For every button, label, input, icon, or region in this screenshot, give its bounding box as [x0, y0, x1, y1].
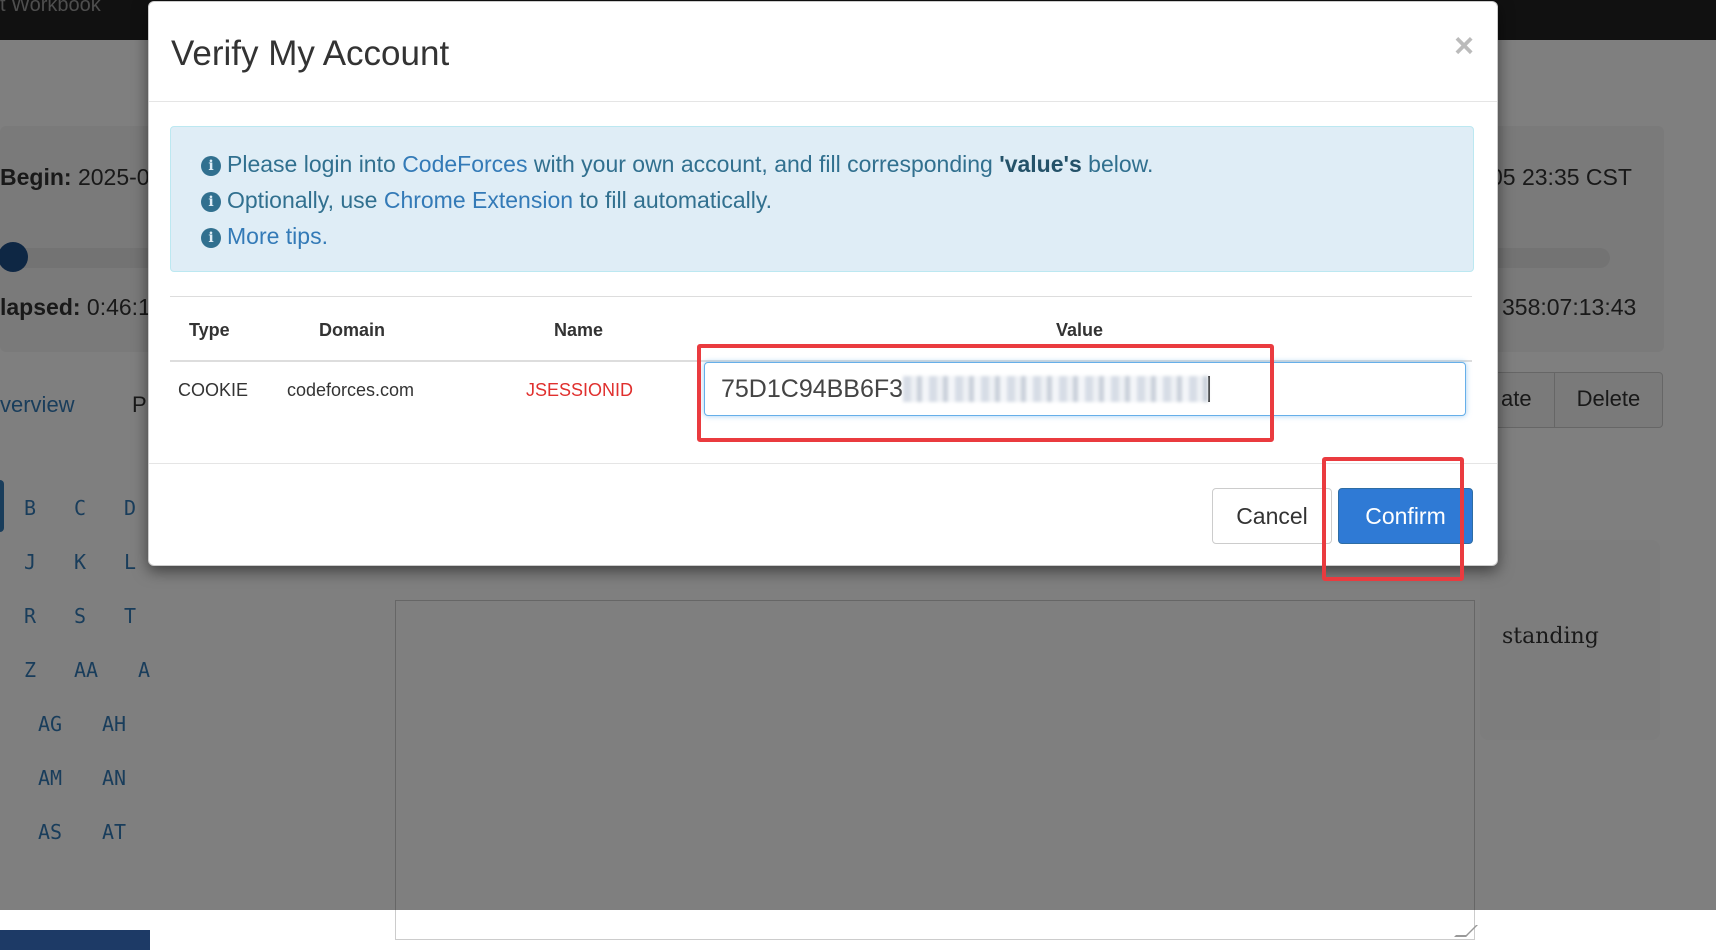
- codeforces-link[interactable]: CodeForces: [402, 151, 527, 177]
- cell-domain: codeforces.com: [287, 380, 415, 400]
- info-icon: i: [201, 228, 221, 248]
- modal-header: Verify My Account ×: [149, 2, 1497, 102]
- alert-text: below.: [1088, 151, 1154, 177]
- annotation-box-confirm: [1322, 457, 1464, 581]
- info-alert: i Please login into CodeForces with your …: [170, 126, 1474, 272]
- bottom-nav-strip: [0, 930, 150, 950]
- alert-text: with your own account, and fill correspo…: [533, 151, 993, 177]
- alert-line-login: i Please login into CodeForces with your …: [201, 151, 1153, 178]
- alert-line-extension: i Optionally, use Chrome Extension to fil…: [201, 187, 772, 214]
- cancel-button[interactable]: Cancel: [1212, 488, 1332, 544]
- annotation-box-value: [697, 344, 1274, 442]
- info-icon: i: [201, 156, 221, 176]
- alert-text: to fill automatically.: [579, 187, 773, 213]
- modal-footer-divider: [149, 463, 1497, 464]
- cell-name: JSESSIONID: [526, 380, 634, 400]
- column-header-type: Type: [189, 320, 230, 340]
- column-header-value: Value: [1056, 320, 1104, 340]
- cell-type: COOKIE: [178, 380, 249, 400]
- column-header-name: Name: [554, 320, 604, 340]
- alert-text: Optionally, use: [227, 187, 378, 213]
- verify-account-modal: Verify My Account × i Please login into C…: [148, 1, 1498, 566]
- alert-text: Please login into: [227, 151, 396, 177]
- resize-grip-icon[interactable]: [1454, 925, 1478, 937]
- alert-line-tips: i More tips.: [201, 223, 328, 250]
- table-top-border: [170, 296, 1472, 297]
- info-icon: i: [201, 192, 221, 212]
- alert-bold-text: 'value's: [999, 151, 1082, 177]
- close-icon[interactable]: ×: [1449, 26, 1479, 66]
- chrome-extension-link[interactable]: Chrome Extension: [384, 187, 573, 213]
- column-header-domain: Domain: [319, 320, 386, 340]
- modal-title: Verify My Account: [171, 34, 450, 73]
- more-tips-link[interactable]: More tips.: [227, 223, 328, 249]
